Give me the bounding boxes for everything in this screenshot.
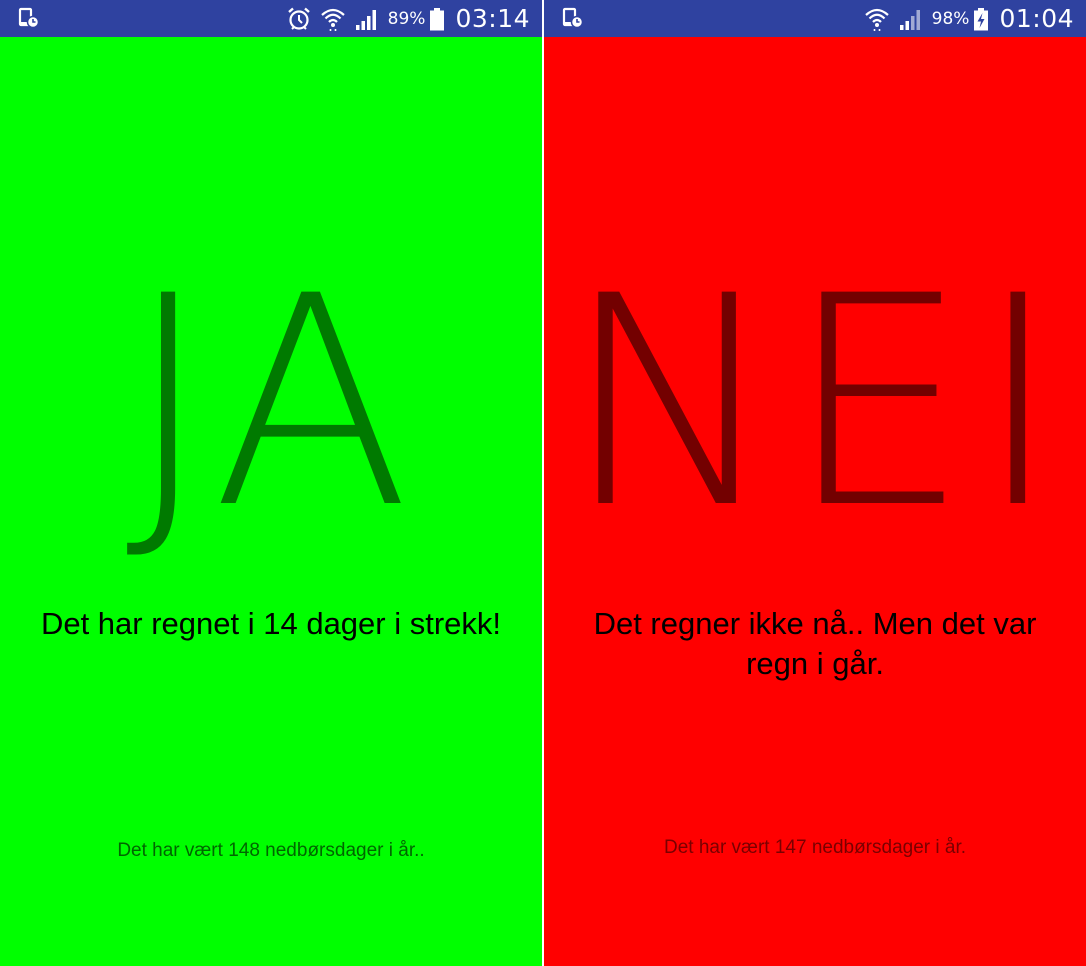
phone-screen-right: 98% 01:04 NEI Det regner ikke nå.. Men d… <box>544 0 1086 966</box>
signal-icon <box>899 9 920 30</box>
status-bar: 89% 03:14 <box>0 0 542 37</box>
phone-screen-left: 89% 03:14 JA Det har regnet i 14 dager i… <box>0 0 542 966</box>
rain-status-message: Det regner ikke nå.. Men det var regn i … <box>593 606 1037 681</box>
result-panel: NEI Det regner ikke nå.. Men det var reg… <box>544 37 1086 966</box>
clock: 03:14 <box>455 4 530 33</box>
precipitation-days-count: Det har vært 147 nedbørsdager i år. <box>663 837 967 858</box>
signal-icon <box>355 9 376 30</box>
wifi-icon <box>320 8 345 31</box>
status-bar-right: 89% 03:14 <box>286 0 530 37</box>
result-panel: JA Det har regnet i 14 dager i strekk! D… <box>0 37 542 966</box>
rain-answer: JA <box>125 235 417 572</box>
battery-percent: 89% <box>387 8 426 29</box>
rain-answer: NEI <box>563 235 1067 572</box>
precipitation-days-count: Det har vært 148 nedbørsdager i år.. <box>117 840 425 861</box>
notification-timer-icon <box>18 7 40 29</box>
clock: 01:04 <box>999 4 1074 33</box>
alarm-icon <box>287 7 310 30</box>
battery-icon <box>430 7 445 30</box>
battery-charging-icon <box>974 7 989 30</box>
notification-timer-icon <box>562 7 584 29</box>
wifi-icon <box>864 8 889 31</box>
status-bar-right: 98% 01:04 <box>864 0 1074 37</box>
status-bar: 98% 01:04 <box>544 0 1086 37</box>
battery-percent: 98% <box>931 8 970 29</box>
rain-streak-message: Det har regnet i 14 dager i strekk! <box>40 606 502 641</box>
